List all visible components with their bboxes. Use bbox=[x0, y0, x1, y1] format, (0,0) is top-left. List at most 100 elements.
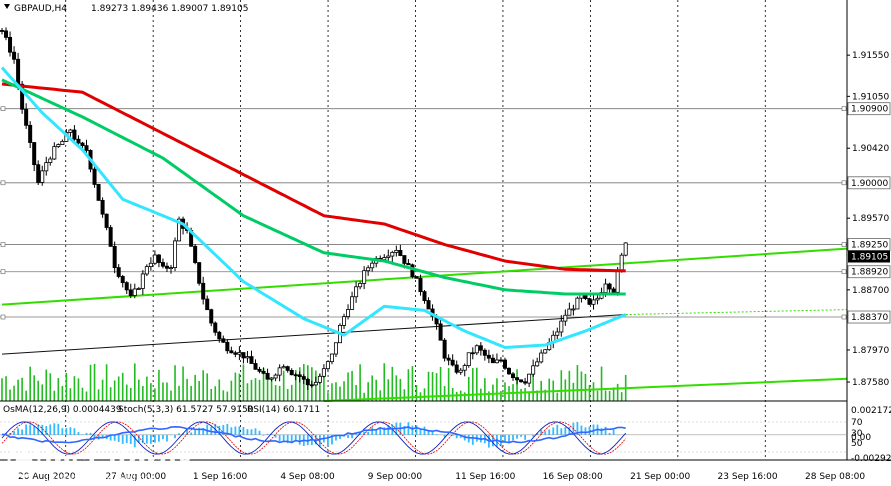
volume-bar bbox=[608, 390, 611, 401]
volume-bar bbox=[33, 375, 35, 401]
candle-body bbox=[84, 145, 89, 151]
volume-bar bbox=[222, 390, 225, 401]
candle-body bbox=[390, 251, 395, 257]
candle-body bbox=[28, 124, 33, 143]
candle-body bbox=[233, 352, 238, 355]
candle-body bbox=[563, 314, 568, 322]
osma-bar bbox=[524, 434, 526, 440]
candle-body bbox=[100, 199, 105, 215]
volume-bar bbox=[101, 379, 104, 401]
candle-body bbox=[527, 373, 532, 384]
osma-bar bbox=[29, 424, 32, 435]
osma-bar bbox=[25, 424, 28, 435]
candle-body bbox=[249, 356, 254, 364]
volume-bar bbox=[496, 378, 498, 401]
candle-body bbox=[418, 277, 423, 293]
osma-bar bbox=[516, 434, 518, 439]
volume-bar bbox=[162, 382, 164, 401]
volume-bar bbox=[451, 387, 454, 401]
volume-bar bbox=[121, 372, 124, 401]
candle-body bbox=[623, 242, 628, 256]
volume-bar bbox=[616, 383, 619, 401]
osma-bar bbox=[612, 429, 615, 435]
volume-bar bbox=[467, 376, 470, 401]
volume-bar bbox=[166, 382, 168, 401]
candle-body bbox=[164, 265, 169, 269]
osma-bar bbox=[367, 431, 370, 435]
osma-bar bbox=[278, 434, 281, 442]
candle-body bbox=[293, 374, 298, 377]
ema-green-line bbox=[1, 78, 626, 296]
volume-bar bbox=[455, 391, 458, 401]
gbpaud-chart[interactable]: 1.91550 1.91050 1.90420 1.89570 1.88700 1.879… bbox=[0, 0, 891, 486]
volume-bar bbox=[620, 392, 623, 401]
osma-bar bbox=[608, 433, 611, 435]
candle-body bbox=[217, 331, 222, 340]
osma-bar bbox=[262, 434, 265, 436]
candle-body bbox=[281, 366, 286, 369]
volume-bar bbox=[383, 363, 386, 401]
candle-body bbox=[56, 144, 61, 148]
dropdown-arrow-icon[interactable] bbox=[4, 4, 10, 9]
candle-body bbox=[450, 359, 455, 366]
volume-bar bbox=[476, 367, 478, 401]
candle-body bbox=[555, 331, 560, 336]
candle-body bbox=[591, 299, 596, 305]
candle-body bbox=[414, 276, 419, 279]
candle-body bbox=[398, 249, 403, 256]
level-label: 1.90900 bbox=[851, 105, 888, 115]
osma-bar bbox=[17, 428, 19, 435]
level-label: 1.90000 bbox=[851, 179, 888, 189]
candle-body bbox=[519, 379, 524, 383]
volume-bar bbox=[129, 387, 132, 401]
candle-body bbox=[611, 288, 616, 293]
candle-body bbox=[486, 354, 491, 359]
volume-bar bbox=[572, 382, 575, 401]
price-label: 1.90420 bbox=[852, 144, 889, 154]
candle-body bbox=[422, 291, 427, 301]
osma-bar bbox=[190, 432, 193, 435]
osma-bar bbox=[145, 434, 148, 444]
volume-bar bbox=[37, 380, 40, 401]
volume-bar bbox=[339, 386, 341, 401]
volume-bar bbox=[443, 386, 446, 401]
volume-bar bbox=[49, 373, 52, 401]
volume-bar bbox=[548, 378, 551, 401]
trendline bbox=[1, 314, 626, 355]
candle-body bbox=[209, 309, 214, 324]
level-label: 1.88370 bbox=[851, 313, 888, 323]
candle-body bbox=[325, 361, 330, 370]
candle-body bbox=[261, 370, 266, 374]
level-marker bbox=[841, 106, 847, 111]
candle-body bbox=[132, 288, 137, 296]
level-marker bbox=[0, 180, 6, 186]
volume-bar bbox=[315, 370, 317, 401]
volume-bar bbox=[343, 381, 345, 401]
volume-bar bbox=[230, 380, 233, 401]
volume-bar bbox=[93, 363, 96, 401]
candle-body bbox=[229, 350, 234, 354]
candle-body bbox=[370, 262, 375, 269]
volume-bar bbox=[520, 388, 522, 401]
volume-bar bbox=[25, 390, 27, 401]
candle-body bbox=[619, 254, 624, 272]
volume-bar bbox=[97, 389, 100, 401]
candle-body bbox=[213, 322, 218, 333]
volume-bar bbox=[286, 389, 289, 401]
osma-bar bbox=[592, 424, 595, 435]
volume-bar bbox=[234, 372, 237, 401]
osma-bar bbox=[423, 426, 426, 435]
osma-bar bbox=[125, 434, 128, 443]
volume-bar bbox=[282, 370, 285, 401]
volume-bar bbox=[270, 379, 273, 401]
candle-body bbox=[76, 138, 81, 144]
candle-body bbox=[498, 359, 503, 362]
candle-body bbox=[511, 373, 516, 379]
osma-bar bbox=[194, 430, 197, 435]
volume-bar bbox=[254, 378, 257, 401]
volume-bar bbox=[113, 380, 116, 401]
volume-bar bbox=[568, 370, 571, 401]
osma-bar bbox=[548, 429, 551, 435]
osma-bar bbox=[69, 427, 72, 435]
osma-label: OsMA(12,26,9) 0.0004439 bbox=[3, 405, 122, 415]
